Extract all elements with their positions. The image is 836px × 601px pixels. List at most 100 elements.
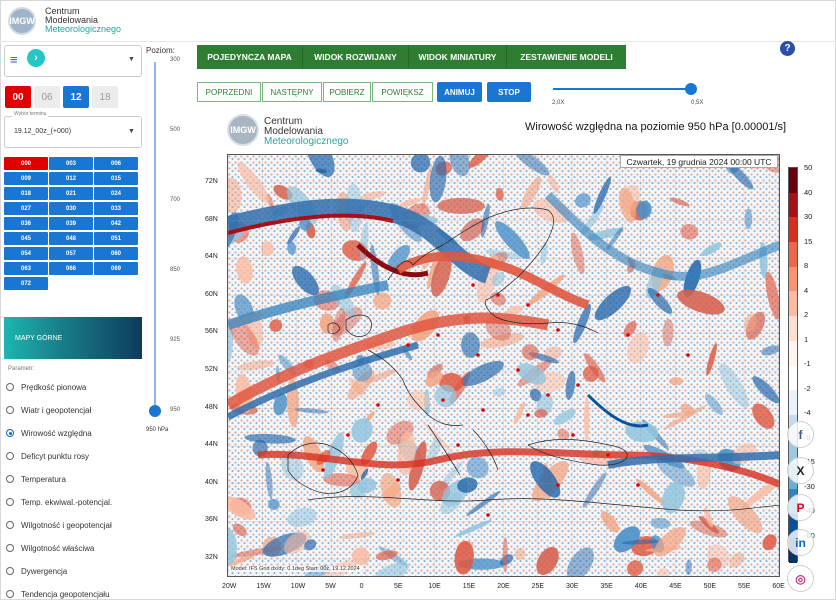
longitude-label: 35E: [600, 583, 613, 590]
forecast-step-button[interactable]: 060: [94, 247, 138, 260]
weather-map[interactable]: [227, 154, 780, 577]
forecast-step-button[interactable]: 048: [49, 232, 93, 245]
forecast-step-button[interactable]: 009: [4, 172, 48, 185]
x-twitter-icon[interactable]: X: [787, 457, 814, 484]
forecast-step-button[interactable]: 054: [4, 247, 48, 260]
forecast-step-button[interactable]: 042: [94, 217, 138, 230]
forecast-step-button[interactable]: 036: [4, 217, 48, 230]
stop-button[interactable]: STOP: [487, 82, 531, 102]
tab-pojedyncza-mapa[interactable]: POJEDYNCZA MAPA: [197, 45, 303, 69]
forecast-step-button[interactable]: 024: [94, 187, 138, 200]
radio-icon[interactable]: [6, 590, 14, 598]
city-marker: [556, 483, 560, 487]
forecast-step-button[interactable]: 063: [4, 262, 48, 275]
latitude-label: 52N: [205, 366, 218, 373]
vorticity-blob: [584, 396, 590, 442]
radio-icon[interactable]: [6, 567, 14, 575]
param-option[interactable]: Wiatr i geopotencjał: [6, 403, 146, 417]
latitude-label: 48N: [205, 403, 218, 411]
hour-button-00[interactable]: 00: [5, 86, 31, 108]
linkedin-icon[interactable]: in: [787, 529, 814, 556]
forecast-step-button[interactable]: 045: [4, 232, 48, 245]
tab-zestawienie-modeli[interactable]: ZESTAWIENIE MODELI: [507, 45, 626, 69]
colorbar-swatch: [789, 365, 797, 391]
chevron-right-icon[interactable]: ›: [27, 49, 45, 67]
forecast-step-button[interactable]: 072: [4, 277, 48, 290]
next-button[interactable]: NASTĘPNY: [262, 82, 322, 102]
radio-icon[interactable]: [6, 452, 14, 460]
latitude-label: 32N: [205, 554, 218, 561]
city-marker: [546, 393, 550, 397]
forecast-step-button[interactable]: 069: [94, 262, 138, 275]
radio-icon[interactable]: [6, 429, 14, 437]
radio-icon[interactable]: [6, 406, 14, 414]
param-option[interactable]: Wilgotność i geopotencjał: [6, 518, 146, 532]
forecast-step-button[interactable]: 066: [49, 262, 93, 275]
forecast-step-button[interactable]: 021: [49, 187, 93, 200]
facebook-icon[interactable]: f: [787, 421, 814, 448]
param-option[interactable]: Temperatura: [6, 472, 146, 486]
param-option-label: Wiatr i geopotencjał: [21, 405, 92, 415]
longitude-label: 5W: [325, 583, 336, 590]
level-tick: 950: [170, 407, 181, 413]
forecast-step-button[interactable]: 018: [4, 187, 48, 200]
level-tick: 850: [170, 267, 181, 273]
radio-icon[interactable]: [6, 521, 14, 529]
param-option[interactable]: Dywergencja: [6, 564, 146, 578]
param-option[interactable]: Prędkość pionowa: [6, 380, 146, 394]
forecast-step-button[interactable]: 027: [4, 202, 48, 215]
level-slider-track[interactable]: [154, 62, 156, 412]
forecast-step-button[interactable]: 033: [94, 202, 138, 215]
menu-select[interactable]: [4, 45, 142, 77]
longitude-label: 15E: [462, 583, 476, 590]
hour-button-12[interactable]: 12: [63, 86, 89, 108]
download-button[interactable]: POBIERZ: [323, 82, 371, 102]
forecast-step-button[interactable]: 057: [49, 247, 93, 260]
colorbar-swatch: [789, 291, 797, 317]
forecast-step-button[interactable]: 030: [49, 202, 93, 215]
previous-button[interactable]: POPRZEDNI: [197, 82, 261, 102]
longitude-label: 50E: [703, 583, 717, 590]
forecast-step-button[interactable]: 003: [49, 157, 93, 170]
tab-widok-miniatury[interactable]: WIDOK MINIATURY: [409, 45, 507, 69]
radio-icon[interactable]: [6, 383, 14, 391]
level-slider-thumb[interactable]: [149, 405, 161, 417]
dropdown-caret-icon[interactable]: ▼: [128, 128, 135, 135]
radio-icon[interactable]: [6, 498, 14, 506]
forecast-step-button[interactable]: 006: [94, 157, 138, 170]
param-option[interactable]: Temp. ekwiwal.-potencjal.: [6, 495, 146, 509]
city-marker: [376, 403, 380, 407]
param-option[interactable]: Wilgotność właściwa: [6, 541, 146, 555]
dropdown-caret-icon[interactable]: ▼: [128, 56, 135, 63]
param-option-label: Prędkość pionowa: [21, 382, 87, 392]
section-mapy-gorne[interactable]: MAPY GÓRNE: [4, 317, 142, 359]
city-marker: [626, 333, 630, 337]
forecast-step-button[interactable]: 000: [4, 157, 48, 170]
forecast-step-button[interactable]: 012: [49, 172, 93, 185]
hamburger-icon[interactable]: ≡: [10, 52, 18, 67]
city-marker: [476, 353, 480, 357]
radio-icon[interactable]: [6, 475, 14, 483]
forecast-step-button[interactable]: 051: [94, 232, 138, 245]
zoom-button[interactable]: POWIĘKSZ: [372, 82, 433, 102]
speed-slider-track[interactable]: [553, 88, 693, 90]
pinterest-icon[interactable]: P: [787, 494, 814, 521]
logo-text: Centrum Modelowania Meteorologicznego: [45, 7, 121, 34]
param-option[interactable]: Deficyt punktu rosy: [6, 449, 146, 463]
instagram-icon[interactable]: ◎: [787, 565, 814, 592]
param-option[interactable]: Tendencja geopotencjału: [6, 587, 146, 601]
forecast-step-button[interactable]: 015: [94, 172, 138, 185]
forecast-step-button[interactable]: 039: [49, 217, 93, 230]
param-option-label: Dywergencja: [21, 566, 68, 576]
hour-button-06[interactable]: 06: [34, 86, 60, 108]
tab-widok-rozwijany[interactable]: WIDOK ROZWIJANY: [303, 45, 409, 69]
longitude-label: 55E: [738, 583, 751, 590]
vorticity-blob: [502, 536, 508, 573]
hour-button-18[interactable]: 18: [92, 86, 118, 108]
param-option[interactable]: Wirowość względna: [6, 426, 146, 440]
imgw-logo[interactable]: IMGW: [8, 7, 36, 35]
animate-button[interactable]: ANIMUJ: [437, 82, 482, 102]
help-icon[interactable]: ?: [780, 41, 795, 56]
speed-slider-thumb[interactable]: [685, 83, 697, 95]
radio-icon[interactable]: [6, 544, 14, 552]
